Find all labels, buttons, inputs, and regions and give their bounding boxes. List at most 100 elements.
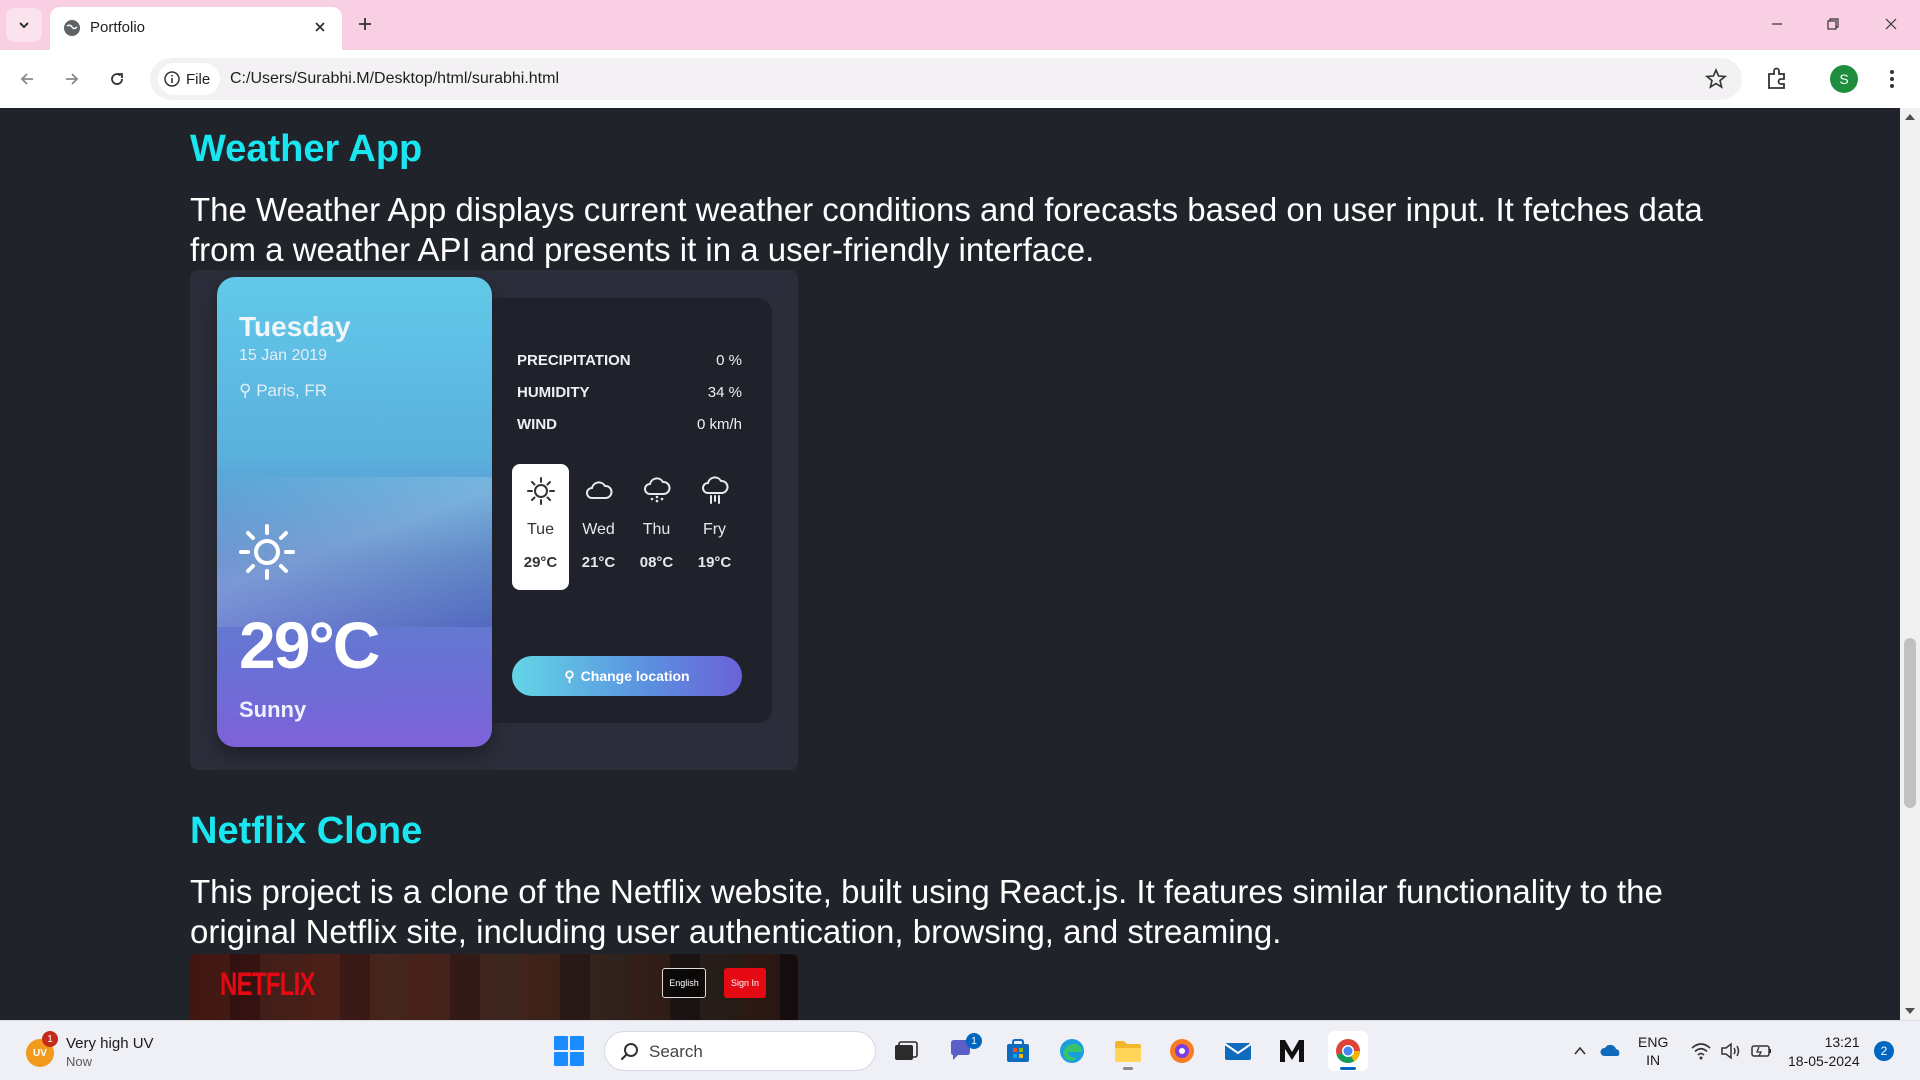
weather-condition: Sunny	[239, 697, 307, 722]
stat-label: PRECIPITATION	[517, 352, 631, 369]
task-view-icon	[895, 1041, 918, 1060]
snow-cloud-icon	[644, 477, 671, 503]
reload-button[interactable]	[100, 62, 134, 96]
scrollbar-thumb[interactable]	[1904, 638, 1916, 808]
sun-icon	[527, 477, 555, 505]
language-code: ENG	[1638, 1034, 1669, 1050]
chrome-icon	[1336, 1039, 1360, 1064]
microsoft-store-button[interactable]	[998, 1031, 1038, 1071]
browser-toolbar: File C:/Users/Surabhi.M/Desktop/html/sur…	[0, 50, 1920, 108]
start-button[interactable]	[554, 1036, 584, 1066]
language-label: English	[669, 978, 699, 988]
close-window-button[interactable]	[1868, 8, 1914, 40]
mail-button[interactable]	[1218, 1031, 1258, 1071]
weather-widget-subtitle: Now	[66, 1054, 93, 1069]
location-pin-icon: ⚲	[239, 381, 252, 400]
browser-app-icon	[1170, 1039, 1194, 1063]
plus-icon	[359, 18, 371, 30]
weather-details-panel: PRECIPITATION 0 % HUMIDITY 34 % WIND 0 k…	[492, 298, 772, 723]
more-vertical-icon	[1890, 70, 1894, 88]
uv-badge-text: UV	[33, 1047, 47, 1059]
weather-location-text: Paris, FR	[256, 381, 328, 400]
onedrive-icon[interactable]	[1600, 1041, 1622, 1061]
windows-taskbar: UV 1 Very high UV Now Search 1 ENG IN 13…	[0, 1020, 1920, 1080]
language-selector: English	[662, 968, 706, 998]
tab-portfolio[interactable]: Portfolio	[50, 7, 342, 50]
file-explorer-button[interactable]	[1108, 1031, 1148, 1071]
m-app-button[interactable]	[1272, 1031, 1312, 1071]
windows-logo-icon	[554, 1036, 568, 1050]
tab-title: Portfolio	[90, 19, 146, 36]
restore-button[interactable]	[1810, 8, 1856, 40]
extensions-puzzle-icon[interactable]	[1762, 64, 1792, 94]
stat-value: 0 km/h	[696, 416, 742, 433]
weather-main-card: Tuesday 15 Jan 2019 ⚲ Paris, FR 29°C Sun…	[217, 277, 492, 747]
scroll-down-arrow-icon[interactable]	[1905, 1008, 1915, 1014]
tab-search-button[interactable]	[6, 8, 42, 42]
weather-app-preview-image: Tuesday 15 Jan 2019 ⚲ Paris, FR 29°C Sun…	[190, 270, 798, 770]
reload-icon	[111, 73, 123, 85]
arrow-left-icon	[20, 73, 33, 85]
page-scrollbar[interactable]	[1900, 108, 1920, 1020]
task-view-button[interactable]	[886, 1031, 926, 1071]
stat-label: HUMIDITY	[517, 384, 590, 401]
chrome-button[interactable]	[1328, 1031, 1368, 1071]
netflix-logo: NETFLIX	[220, 966, 315, 1002]
weather-location: ⚲ Paris, FR	[239, 381, 327, 401]
notification-badge[interactable]: 2	[1874, 1041, 1894, 1061]
bookmark-star-icon[interactable]	[1704, 67, 1728, 91]
minimize-button[interactable]	[1754, 8, 1800, 40]
netflix-clone-preview-image: NETFLIX English Sign In	[190, 954, 798, 1020]
back-button[interactable]	[10, 62, 44, 96]
teams-chat-button[interactable]: 1	[942, 1031, 982, 1071]
chip-label: File	[186, 70, 211, 88]
chevron-up-icon[interactable]	[1572, 1043, 1588, 1059]
change-location-label: Change location	[580, 668, 690, 684]
volume-icon[interactable]	[1720, 1041, 1742, 1061]
chevron-down-icon	[19, 22, 29, 29]
system-clock[interactable]: 13:21 18-05-2024	[1788, 1033, 1860, 1071]
close-icon	[315, 22, 325, 32]
new-tab-button[interactable]	[352, 10, 378, 38]
forecast-row: Tue 29°C Wed 21°C Thu 08°C Fry 19°C	[512, 464, 742, 590]
weather-widget[interactable]: UV 1 Very high UV Now	[22, 1031, 202, 1073]
url-text[interactable]: C:/Users/Surabhi.M/Desktop/html/surabhi.…	[230, 70, 559, 88]
taskbar-search[interactable]: Search	[604, 1031, 876, 1071]
forecast-day-temp: 08°C	[639, 554, 674, 571]
m-logo-icon	[1280, 1040, 1304, 1062]
location-pin-icon: ⚲	[564, 667, 575, 684]
cloud-icon	[586, 481, 613, 499]
stat-label: WIND	[517, 416, 557, 433]
edge-icon	[1060, 1039, 1084, 1063]
globe-icon	[64, 20, 80, 36]
windows-logo-tile	[570, 1036, 584, 1050]
project-description-netflix: This project is a clone of the Netflix w…	[190, 873, 1663, 950]
running-indicator	[1123, 1067, 1133, 1070]
stat-precipitation: PRECIPITATION 0 %	[517, 352, 742, 369]
restore-icon	[1827, 18, 1839, 30]
profile-avatar[interactable]: S	[1830, 65, 1858, 93]
stat-humidity: HUMIDITY 34 %	[517, 384, 742, 401]
wifi-icon[interactable]	[1690, 1041, 1712, 1061]
input-language[interactable]: ENG IN	[1638, 1033, 1668, 1069]
firefox-like-app-button[interactable]	[1162, 1031, 1202, 1071]
chat-badge: 1	[966, 1033, 982, 1049]
profile-initial: S	[1839, 71, 1849, 87]
mail-icon	[1224, 1043, 1252, 1060]
forecast-day: Thu 08°C	[628, 464, 685, 590]
site-info-chip[interactable]: File	[158, 63, 221, 95]
stat-wind: WIND 0 km/h	[517, 416, 742, 433]
tab-close-button[interactable]	[308, 15, 332, 39]
forward-button[interactable]	[55, 62, 89, 96]
scroll-up-arrow-icon[interactable]	[1905, 114, 1915, 120]
forecast-day-temp: 19°C	[697, 554, 732, 571]
address-bar[interactable]: File C:/Users/Surabhi.M/Desktop/html/sur…	[150, 58, 1742, 100]
battery-icon[interactable]	[1750, 1042, 1774, 1060]
forecast-day-name: Thu	[642, 521, 671, 538]
arrow-right-icon	[66, 73, 79, 85]
edge-browser-button[interactable]	[1052, 1031, 1092, 1071]
browser-menu-button[interactable]	[1882, 65, 1902, 93]
change-location-button: ⚲ Change location	[512, 656, 742, 696]
project-title-netflix: Netflix Clone	[190, 810, 423, 852]
forecast-day-name: Wed	[582, 521, 615, 538]
